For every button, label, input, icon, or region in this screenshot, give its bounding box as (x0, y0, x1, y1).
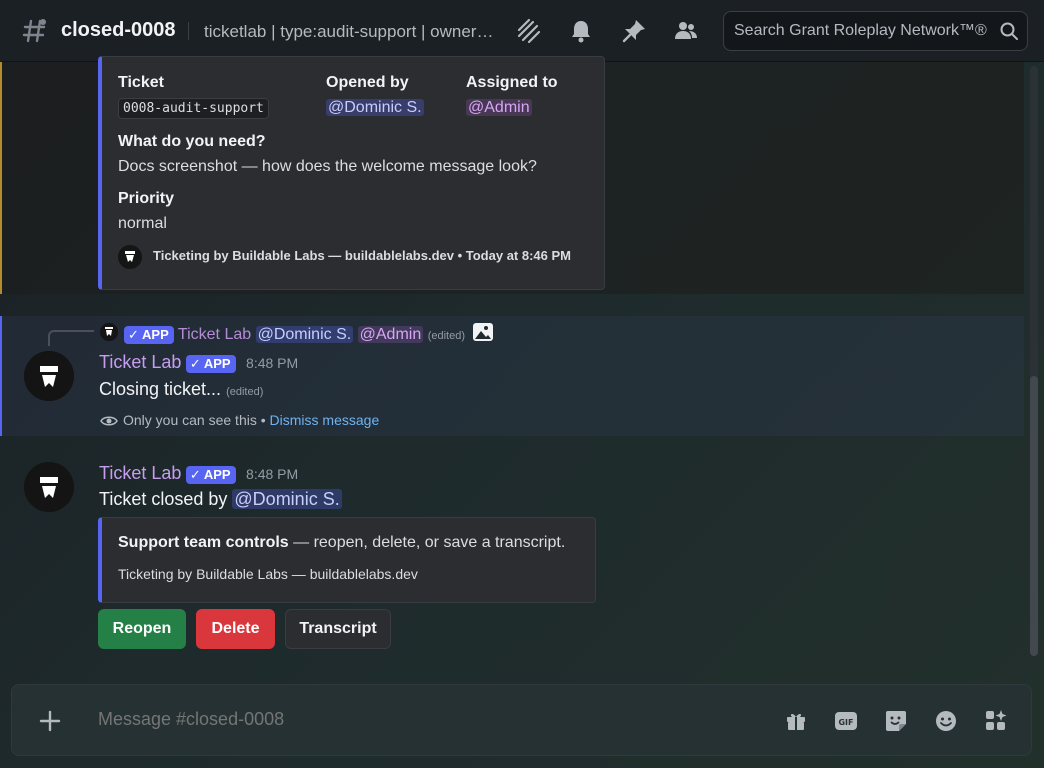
image-icon (473, 323, 494, 341)
field-opened-by-value: @Dominic S. (326, 99, 424, 117)
svg-text:GIF: GIF (838, 718, 853, 727)
ticket-code: 0008-audit-support (118, 98, 269, 119)
reply-preview[interactable]: ✓ APP Ticket Lab @Dominic S. @Admin (edi… (124, 322, 494, 344)
edited-indicator: (edited) (226, 386, 264, 398)
field-opened-by-label: Opened by (326, 74, 409, 91)
field-ticket-value: 0008-audit-support (118, 98, 269, 119)
bot-logo-icon (118, 245, 142, 269)
role-mention[interactable]: @Admin (466, 99, 532, 116)
bell-icon[interactable] (568, 18, 594, 44)
ticket-embed-footer: Ticketing by Buildable Labs — buildablel… (153, 248, 571, 263)
message-header: Ticket Lab ✓ APP 8:48 PM (99, 463, 298, 484)
controls-title: Support team controls (118, 534, 289, 551)
ephemeral-text: Only you can see this (123, 412, 257, 428)
message-author[interactable]: Ticket Lab (99, 463, 181, 483)
channel-header: closed-0008 ticketlab | type:audit-suppo… (0, 0, 1044, 62)
field-assigned-to-label: Assigned to (466, 74, 558, 91)
reply-role-mention[interactable]: @Admin (357, 326, 424, 343)
ephemeral-highlight-bar (0, 316, 2, 436)
bot-avatar[interactable] (24, 351, 74, 401)
message-author[interactable]: Ticket Lab (99, 352, 181, 372)
header-divider (188, 22, 189, 40)
message-text: Closing ticket... (99, 379, 222, 399)
plus-icon[interactable] (38, 709, 62, 733)
field-need-value: Docs screenshot — how does the welcome m… (118, 158, 537, 175)
message-content: Ticket closed by @Dominic S. (99, 489, 342, 510)
channel-name: closed-0008 (61, 19, 176, 41)
search-input[interactable]: Search Grant Roleplay Network™® (723, 11, 1028, 51)
members-icon[interactable] (673, 18, 699, 44)
gift-icon[interactable] (784, 709, 808, 733)
user-mention[interactable]: @Dominic S. (326, 99, 424, 116)
message-content: Closing ticket... (edited) (99, 379, 263, 400)
gif-icon[interactable]: GIF (834, 709, 858, 733)
transcript-button[interactable]: Transcript (285, 609, 391, 649)
reopen-button[interactable]: Reopen (98, 609, 186, 649)
ticket-embed: Ticket 0008-audit-support Opened by @Dom… (98, 56, 605, 290)
controls-embed-footer: Ticketing by Buildable Labs — buildablel… (118, 566, 418, 582)
bot-avatar[interactable] (24, 462, 74, 512)
field-priority-value: normal (118, 215, 167, 232)
dismiss-message-link[interactable]: Dismiss message (270, 412, 380, 428)
field-need-label: What do you need? (118, 133, 266, 150)
app-badge: ✓ APP (185, 465, 236, 484)
edited-indicator: (edited) (427, 330, 465, 342)
controls-title-rest: — reopen, delete, or save a transcript. (288, 534, 566, 551)
search-placeholder: Search Grant Roleplay Network™® (734, 22, 987, 39)
user-mention[interactable]: @Dominic S. (232, 489, 342, 509)
separator: • (260, 412, 266, 428)
field-assigned-to-value: @Admin (466, 99, 532, 117)
ephemeral-note: Only you can see this • Dismiss message (100, 412, 379, 428)
channel-topic[interactable]: ticketlab | type:audit-support | owner:D… (204, 22, 496, 42)
message-composer: GIF (11, 684, 1032, 756)
delete-button[interactable]: Delete (196, 609, 275, 649)
sticker-icon[interactable] (884, 709, 908, 733)
controls-embed: Support team controls — reopen, delete, … (98, 517, 596, 603)
message-input[interactable] (98, 709, 758, 730)
app-badge: ✓ APP (124, 325, 174, 344)
message-timestamp[interactable]: 8:48 PM (246, 355, 298, 371)
reply-connector (48, 330, 94, 346)
pin-icon[interactable] (621, 18, 647, 44)
reply-author[interactable]: Ticket Lab (178, 326, 251, 343)
field-ticket-label: Ticket (118, 74, 164, 91)
threads-icon[interactable] (515, 18, 541, 44)
message-text: Ticket closed by (99, 489, 228, 509)
apps-icon[interactable] (984, 709, 1008, 733)
message-header: Ticket Lab ✓ APP 8:48 PM (99, 352, 298, 373)
mention-highlight-bar (0, 62, 2, 294)
app-badge: ✓ APP (185, 354, 236, 373)
message-timestamp[interactable]: 8:48 PM (246, 466, 298, 482)
emoji-icon[interactable] (934, 709, 958, 733)
controls-embed-description: Support team controls — reopen, delete, … (118, 534, 565, 552)
scrollbar-track[interactable] (1030, 66, 1038, 656)
search-icon (1000, 22, 1018, 40)
scrollbar-thumb[interactable] (1030, 376, 1038, 656)
eye-icon (100, 416, 118, 426)
reply-avatar-icon[interactable] (100, 323, 118, 341)
reply-user-mention[interactable]: @Dominic S. (255, 326, 354, 343)
hashtag-icon (22, 19, 46, 43)
field-priority-label: Priority (118, 190, 175, 207)
